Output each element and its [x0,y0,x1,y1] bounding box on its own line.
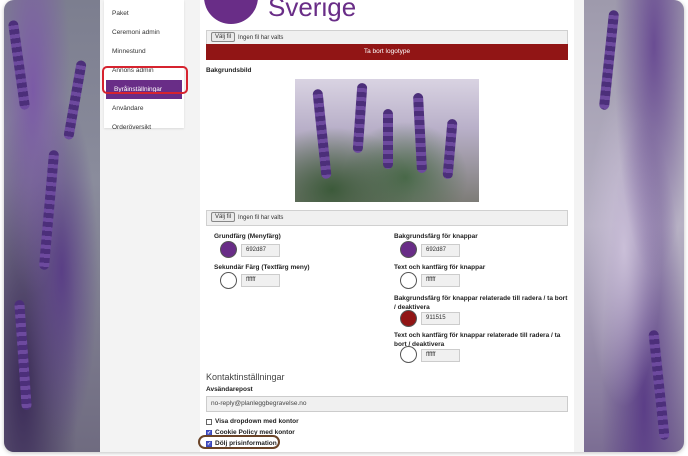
sidebar-item-orderoversikt[interactable]: Orderöversikt [104,118,184,137]
lavender-spike [598,9,620,111]
lavender-spike [412,92,428,174]
sender-email-input[interactable]: no-reply@planleggbegravelse.no [206,396,568,412]
option-label: Visa dropdown med kontor [215,418,299,425]
lavender-spike [383,109,393,169]
logo-choose-file-button[interactable]: Välj fil [211,32,236,43]
secondary-color-label: Sekundär Färg (Textfärg meny) [214,264,310,271]
lavender-spike [312,88,332,180]
background-choose-file-button[interactable]: Välj fil [211,212,236,223]
button-bg-color-label: Bakgrundsfärg för knappar [394,233,478,240]
lavender-spike [63,59,87,141]
logo-upload-status: Ingen fil har valts [238,35,284,41]
danger-text-color-swatch[interactable] [400,346,417,363]
button-bg-color-swatch[interactable] [400,241,417,258]
background-image-right [584,0,684,452]
lavender-spike [352,82,368,154]
background-image-label: Bakgrundsbild [206,67,252,74]
lavender-spike [648,329,670,441]
danger-text-color-input[interactable]: ffffff [421,349,460,362]
contact-section-title: Kontaktinställningar [206,372,285,382]
button-text-color-label: Text och kantfärg för knappar [394,264,486,271]
danger-bg-color-swatch[interactable] [400,310,417,327]
lavender-spike [14,299,32,411]
highlight-annotation [102,66,188,94]
danger-bg-color-input[interactable]: 911515 [421,312,460,325]
background-upload-row: Välj fil Ingen fil har valts [206,210,568,226]
danger-bg-color-label: Bakgrundsfärg för knappar relaterade til… [394,295,568,311]
button-bg-color-input[interactable]: 692d87 [421,244,460,257]
primary-color-swatch[interactable] [220,241,237,258]
option-show-office-dropdown[interactable]: Visa dropdown med kontor [206,418,299,425]
lavender-spike [7,19,31,111]
secondary-color-swatch[interactable] [220,272,237,289]
sidebar-item-anvandare[interactable]: Användare [104,99,184,118]
settings-panel: Sverige Välj fil Ingen fil har valts Ta b… [198,0,574,452]
sidebar-item-ceremoni-admin[interactable]: Ceremoni admin [104,23,184,42]
admin-sidebar: Paket Ceremoni admin Minnestund Annons a… [104,0,184,131]
button-text-color-input[interactable]: ffffff [421,274,460,287]
primary-color-input[interactable]: 692d87 [241,244,280,257]
sidebar-item-minnestund[interactable]: Minnestund [104,42,184,61]
browser-frame: Paket Ceremoni admin Minnestund Annons a… [4,0,684,452]
lavender-spike [38,149,60,271]
highlight-annotation [198,435,280,449]
sender-email-label: Avsändarepost [206,386,253,393]
content-area: Paket Ceremoni admin Minnestund Annons a… [100,0,584,452]
background-upload-status: Ingen fil har valts [238,215,284,221]
lavender-spike [442,118,458,180]
button-text-color-swatch[interactable] [400,272,417,289]
delete-logo-button[interactable]: Ta bort logotype [206,44,568,60]
sidebar-item-paket[interactable]: Paket [104,4,184,23]
page-title: Sverige [268,0,357,22]
background-image-preview [295,79,479,202]
primary-color-label: Grundfärg (Menyfärg) [214,233,281,240]
checkbox-unchecked[interactable] [206,418,212,425]
secondary-color-input[interactable]: ffffff [241,274,280,287]
background-image-left [4,0,100,452]
danger-text-color-label: Text och kantfärg för knappar relaterade… [394,332,561,348]
company-logo [204,0,258,24]
